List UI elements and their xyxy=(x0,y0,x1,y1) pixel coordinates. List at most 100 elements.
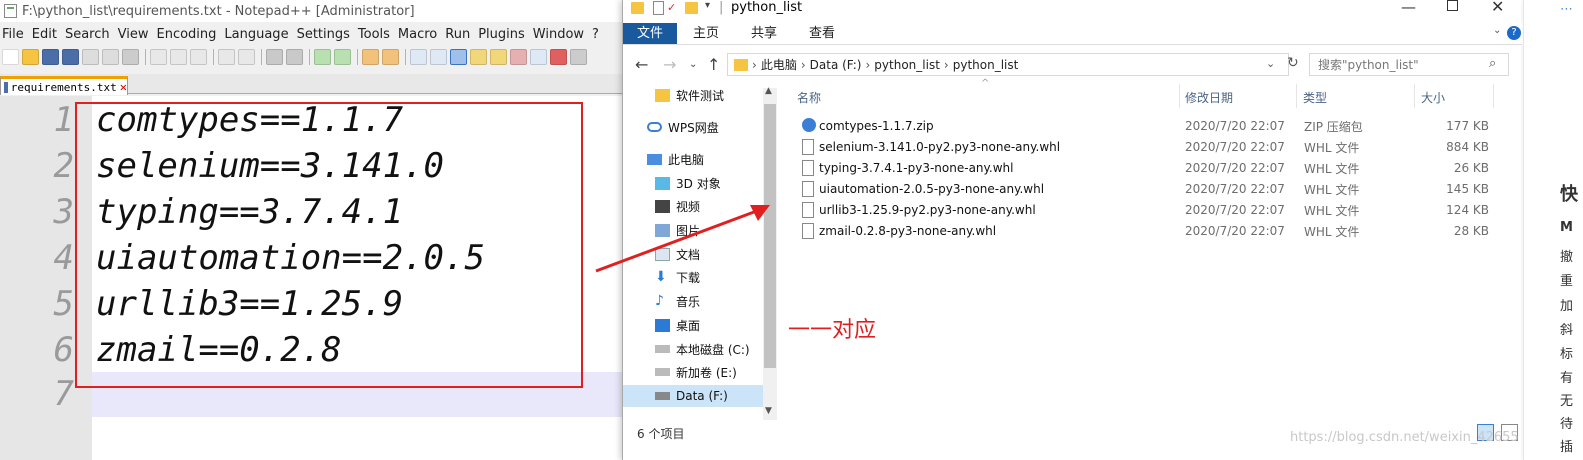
sync-horizontal-icon[interactable] xyxy=(382,49,399,65)
tab-file[interactable]: 文件 xyxy=(623,23,678,44)
new-file-icon[interactable] xyxy=(2,49,19,65)
column-header-date[interactable]: 修改日期 xyxy=(1185,89,1233,106)
minimize-icon[interactable]: — xyxy=(1401,0,1416,16)
nav-label: 新加卷 (E:) xyxy=(676,365,737,380)
nav-item-drive-e[interactable]: 新加卷 (E:) xyxy=(655,361,737,383)
scroll-up-icon[interactable]: ▲ xyxy=(765,86,772,96)
menu-help[interactable]: ? xyxy=(590,27,605,42)
stop-macro-icon[interactable] xyxy=(570,49,587,65)
nav-item-drive-f[interactable]: Data (F:) xyxy=(623,385,763,407)
search-icon: ⌕ xyxy=(1489,56,1497,71)
right-edge-panel: ⋯ 快 M 撤 重 加 斜 标 有 无 待 插 xyxy=(1523,0,1583,460)
column-divider[interactable] xyxy=(1414,84,1415,108)
nav-item-drive-c[interactable]: 本地磁盘 (C:) xyxy=(655,338,750,360)
record-macro-icon[interactable] xyxy=(550,49,567,65)
language-icon[interactable] xyxy=(470,49,487,65)
new-folder-icon[interactable] xyxy=(685,2,698,14)
cut-icon[interactable] xyxy=(150,49,167,65)
nav-item-wps-cloud[interactable]: WPS网盘 xyxy=(647,116,719,138)
menu-view[interactable]: View xyxy=(116,27,155,42)
nav-item-this-pc[interactable]: 此电脑 xyxy=(647,148,704,170)
menu-encoding[interactable]: Encoding xyxy=(154,27,222,42)
nav-item-software-test[interactable]: 软件测试 xyxy=(655,84,724,106)
column-divider[interactable] xyxy=(1296,84,1297,108)
chevron-down-icon[interactable]: ▾ xyxy=(705,0,710,11)
file-row[interactable]: selenium-3.141.0-py2.py3-none-any.whl 20… xyxy=(797,137,1497,157)
menu-file[interactable]: File xyxy=(0,27,30,42)
file-row[interactable]: urllib3-1.25.9-py2.py3-none-any.whl 2020… xyxy=(797,200,1497,220)
save-icon[interactable] xyxy=(42,49,59,65)
up-arrow-icon[interactable]: ↑ xyxy=(707,55,720,74)
word-wrap-icon[interactable] xyxy=(410,49,427,65)
file-row[interactable]: zmail-0.2.8-py3-none-any.whl 2020/7/20 2… xyxy=(797,221,1497,241)
close-all-icon[interactable] xyxy=(102,49,119,65)
breadcrumb-python-list[interactable]: python_list xyxy=(874,58,940,72)
tab-home[interactable]: 主页 xyxy=(677,23,735,44)
tab-share[interactable]: 共享 xyxy=(735,23,793,44)
menu-window[interactable]: Window xyxy=(531,27,590,42)
column-divider[interactable] xyxy=(1493,84,1494,108)
menu-run[interactable]: Run xyxy=(443,27,476,42)
search-input[interactable]: 搜索"python_list" xyxy=(1309,53,1509,76)
breadcrumb-data-f[interactable]: Data (F:) xyxy=(810,58,862,72)
copy-icon[interactable] xyxy=(170,49,187,65)
menu-language[interactable]: Language xyxy=(222,27,294,42)
breadcrumb-separator-icon: › xyxy=(800,57,806,72)
refresh-icon[interactable]: ↻ xyxy=(1287,55,1299,71)
scroll-down-icon[interactable]: ▼ xyxy=(765,406,772,416)
close-file-icon[interactable] xyxy=(82,49,99,65)
indent-guide-icon[interactable] xyxy=(450,49,467,65)
breadcrumb-this-pc[interactable]: 此电脑 xyxy=(761,56,797,73)
column-header-size[interactable]: 大小 xyxy=(1421,89,1445,106)
tab-view[interactable]: 查看 xyxy=(793,23,851,44)
file-size: 124 KB xyxy=(1446,203,1489,217)
maximize-icon[interactable] xyxy=(1447,0,1458,11)
redo-icon[interactable] xyxy=(238,49,255,65)
zoom-out-icon[interactable] xyxy=(334,49,351,65)
find-icon[interactable] xyxy=(266,49,283,65)
menu-plugins[interactable]: Plugins xyxy=(476,27,531,42)
toolbar-separator xyxy=(357,49,358,65)
menu-settings[interactable]: Settings xyxy=(295,27,356,42)
file-row[interactable]: typing-3.7.4.1-py3-none-any.whl 2020/7/2… xyxy=(797,158,1497,178)
ribbon-expand-icon[interactable]: ⌄ xyxy=(1493,25,1501,36)
sync-vertical-icon[interactable] xyxy=(362,49,379,65)
address-bar[interactable]: › 此电脑 › Data (F:) › python_list › python… xyxy=(727,53,1289,76)
address-dropdown-icon[interactable]: ⌄ xyxy=(1266,57,1275,70)
show-all-chars-icon[interactable] xyxy=(430,49,447,65)
undo-icon[interactable] xyxy=(218,49,235,65)
close-tab-icon[interactable]: ✕ xyxy=(120,80,127,94)
menu-search[interactable]: Search xyxy=(63,27,116,42)
file-name: comtypes-1.1.7.zip xyxy=(819,119,934,133)
print-icon[interactable] xyxy=(122,49,139,65)
column-header-type[interactable]: 类型 xyxy=(1303,89,1327,106)
nav-item-3d-objects[interactable]: 3D 对象 xyxy=(655,172,721,194)
tab-requirements-txt[interactable]: requirements.txt ✕ xyxy=(0,76,128,95)
file-row[interactable]: uiautomation-2.0.5-py3-none-any.whl 2020… xyxy=(797,179,1497,199)
open-file-icon[interactable] xyxy=(22,49,39,65)
function-list-icon[interactable] xyxy=(510,49,527,65)
properties-icon[interactable] xyxy=(653,1,664,15)
folder-workspace-icon[interactable] xyxy=(530,49,547,65)
menu-edit[interactable]: Edit xyxy=(30,27,63,42)
column-divider[interactable] xyxy=(1179,84,1180,108)
file-row[interactable]: comtypes-1.1.7.zip 2020/7/20 22:07 ZIP 压… xyxy=(797,116,1497,136)
replace-icon[interactable] xyxy=(286,49,303,65)
back-arrow-icon[interactable]: ← xyxy=(635,55,648,74)
column-header-name[interactable]: 名称 xyxy=(797,89,821,106)
save-all-icon[interactable] xyxy=(62,49,79,65)
paste-icon[interactable] xyxy=(190,49,207,65)
nav-item-music[interactable]: ♪ 音乐 xyxy=(655,290,700,312)
recent-chevron-icon[interactable]: ⌄ xyxy=(689,59,697,70)
forward-arrow-icon[interactable]: → xyxy=(663,55,676,74)
help-icon[interactable]: ? xyxy=(1507,26,1521,40)
menu-macro[interactable]: Macro xyxy=(396,27,443,42)
doc-map-icon[interactable] xyxy=(490,49,507,65)
menu-tools[interactable]: Tools xyxy=(356,27,396,42)
zoom-in-icon[interactable] xyxy=(314,49,331,65)
close-icon[interactable]: ✕ xyxy=(1491,0,1504,16)
whl-file-icon xyxy=(802,139,814,155)
whl-file-icon xyxy=(802,181,814,197)
breadcrumb-python-list-current[interactable]: python_list xyxy=(953,58,1019,72)
nav-item-desktop[interactable]: 桌面 xyxy=(655,314,700,336)
